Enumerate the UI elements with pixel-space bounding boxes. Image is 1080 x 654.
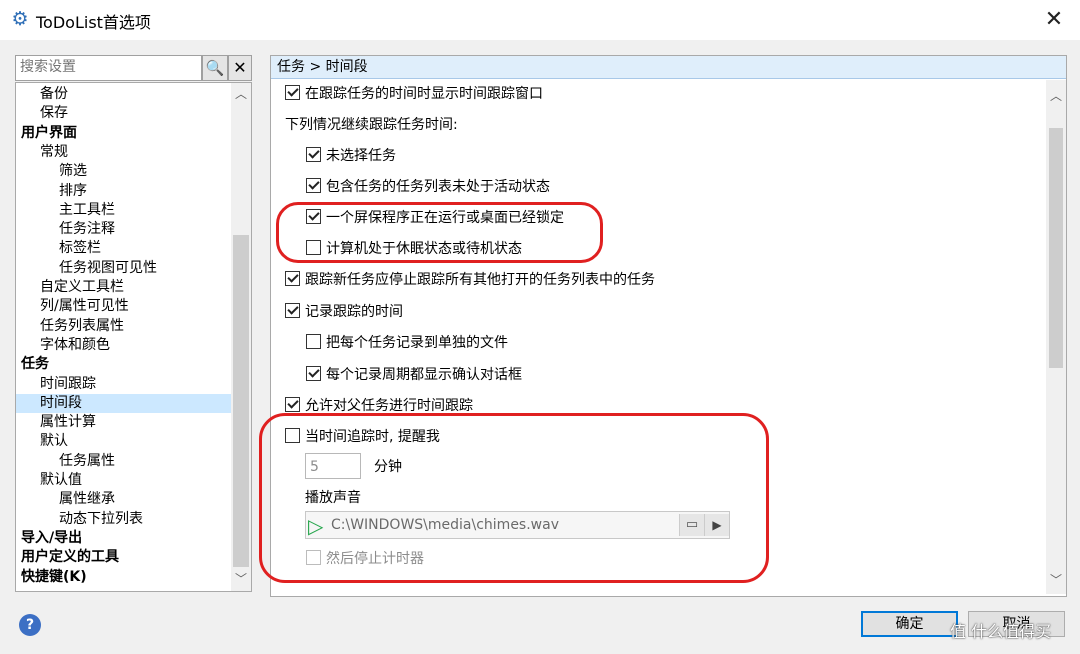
separate-file-option[interactable]: 把每个任务记录到单独的文件 <box>306 333 508 353</box>
tree-item[interactable]: 用户界面 <box>21 124 77 143</box>
tree-item[interactable]: 主工具栏 <box>59 201 115 220</box>
checkbox[interactable] <box>285 303 300 318</box>
tree-item[interactable]: 快捷键(K) <box>21 568 87 587</box>
tree-scrollbar[interactable]: ︿ ﹀ <box>231 83 251 591</box>
tree-item[interactable]: 时间段 <box>16 393 231 413</box>
clear-search-button[interactable]: ✕ <box>228 55 252 81</box>
continue-header: 下列情况继续跟踪任务时间: <box>285 117 458 133</box>
tree-item[interactable]: 属性继承 <box>59 490 115 509</box>
search-button[interactable]: 🔍 <box>202 55 228 81</box>
tree-item[interactable]: 默认值 <box>40 471 82 490</box>
checkbox[interactable] <box>285 85 300 100</box>
tree-item[interactable]: 导入/导出 <box>21 529 82 548</box>
highlight-ring <box>276 202 603 263</box>
checkbox[interactable] <box>285 271 300 286</box>
track-window-option[interactable]: 在跟踪任务的时间时显示时间跟踪窗口 <box>285 84 543 104</box>
checkbox[interactable] <box>306 147 321 162</box>
scroll-up-icon[interactable]: ︿ <box>1046 88 1066 105</box>
tree-item[interactable]: 任务属性 <box>59 452 115 471</box>
highlight-ring <box>259 413 769 583</box>
tree-item[interactable]: 保存 <box>40 104 68 123</box>
confirm-dialog-option[interactable]: 每个记录周期都显示确认对话框 <box>306 365 522 385</box>
stop-others-option[interactable]: 跟踪新任务应停止跟踪所有其他打开的任务列表中的任务 <box>285 270 655 290</box>
tree-item[interactable]: 属性计算 <box>40 413 96 432</box>
magnifier-icon: 🔍 <box>205 59 225 77</box>
close-icon[interactable]: ✕ <box>1040 6 1068 34</box>
checkbox[interactable] <box>306 334 321 349</box>
tree-item[interactable]: 任务注释 <box>59 220 115 239</box>
window-title: ToDoList首选项 <box>36 13 151 32</box>
tree-item[interactable]: 字体和颜色 <box>40 336 110 355</box>
tree-item[interactable]: 排序 <box>59 182 87 201</box>
checkbox[interactable] <box>306 366 321 381</box>
no-selection-option[interactable]: 未选择任务 <box>306 146 396 166</box>
search-field[interactable] <box>15 55 202 81</box>
ok-button[interactable]: 确定 <box>861 611 958 637</box>
checkbox[interactable] <box>306 178 321 193</box>
scroll-down-icon[interactable]: ﹀ <box>231 571 251 588</box>
tree-item[interactable]: 列/属性可见性 <box>40 297 129 316</box>
gear-icon: ⚙ <box>11 8 29 30</box>
tree-item[interactable]: 用户定义的工具 <box>21 548 119 567</box>
page-scroll-thumb[interactable] <box>1049 128 1063 368</box>
tree-item[interactable]: 常规 <box>40 143 68 162</box>
tree-item[interactable]: 筛选 <box>59 162 87 181</box>
help-button[interactable]: ? <box>19 614 41 636</box>
list-inactive-option[interactable]: 包含任务的任务列表未处于活动状态 <box>306 177 550 197</box>
tree-item[interactable]: 备份 <box>40 85 68 104</box>
search-input[interactable] <box>16 56 202 78</box>
tree-item[interactable]: 任务视图可见性 <box>59 259 157 278</box>
breadcrumb: 任务 > 时间段 <box>271 56 1066 79</box>
title-bar: ⚙ ToDoList首选项 ✕ <box>0 0 1080 40</box>
tree-item[interactable]: 标签栏 <box>59 239 101 258</box>
scroll-down-icon[interactable]: ﹀ <box>1046 572 1066 589</box>
tree-item[interactable]: 时间跟踪 <box>40 375 96 394</box>
watermark: 值 什么值得买 <box>950 622 1052 641</box>
tree-item[interactable]: 任务 <box>21 355 49 374</box>
page-scrollbar[interactable]: ︿ ﹀ <box>1046 80 1066 594</box>
tree-item[interactable]: 自定义工具栏 <box>40 278 124 297</box>
tree-scroll-thumb[interactable] <box>233 235 249 567</box>
scroll-up-icon[interactable]: ︿ <box>231 86 251 103</box>
tree-item[interactable]: 默认 <box>40 432 68 451</box>
tree-item[interactable]: 任务列表属性 <box>40 317 124 336</box>
tree-item[interactable]: 动态下拉列表 <box>59 510 143 529</box>
settings-tree[interactable]: ︿ ﹀ 备份 保存 用户界面 常规 筛选 排序 主工具栏 任务注释 标签栏 任务视图可见性 自定义工… <box>15 82 252 592</box>
checkbox[interactable] <box>285 397 300 412</box>
log-time-option[interactable]: 记录跟踪的时间 <box>285 302 403 322</box>
